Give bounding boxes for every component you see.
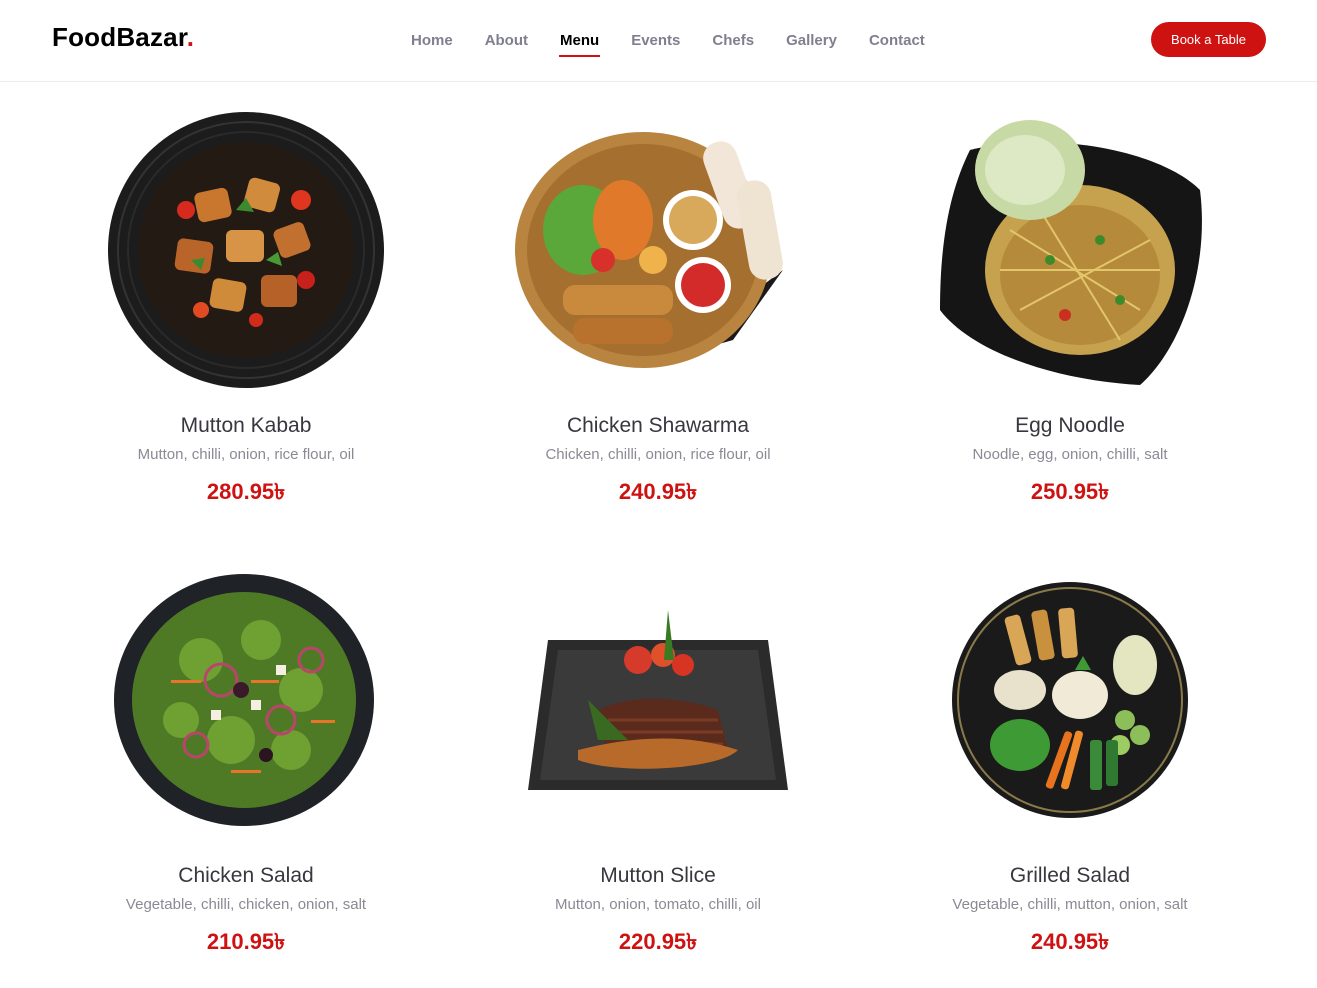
dish-name: Egg Noodle xyxy=(1015,414,1125,437)
dish-name: Chicken Salad xyxy=(178,864,314,887)
dish-price: 240.95৳ xyxy=(1030,929,1110,954)
dish-image xyxy=(920,100,1220,400)
dish-name: Mutton Kabab xyxy=(180,414,312,437)
nav-chefs[interactable]: Chefs xyxy=(696,0,770,81)
dish-price: 220.95৳ xyxy=(618,929,698,954)
dish-price: 210.95৳ xyxy=(206,929,286,954)
menu-grid: Mutton Kabab Mutton, chilli, onion, rice… xyxy=(40,100,1277,970)
nav-contact[interactable]: Contact xyxy=(853,0,941,81)
menu-item[interactable]: Chicken Shawarma Chicken, chilli, onion,… xyxy=(452,100,864,520)
nav-about[interactable]: About xyxy=(469,0,544,81)
brand-logo[interactable]: FoodBazar. xyxy=(52,22,194,53)
dish-image xyxy=(920,550,1220,850)
nav-events[interactable]: Events xyxy=(615,0,696,81)
main-nav: Home About Menu Events Chefs Gallery Con… xyxy=(395,0,941,81)
dish-ingredients: Noodle, egg, onion, chilli, salt xyxy=(972,446,1168,463)
dish-image xyxy=(96,100,396,400)
dish-image xyxy=(508,550,808,850)
dish-price: 280.95৳ xyxy=(206,479,286,504)
menu-item[interactable]: Mutton Kabab Mutton, chilli, onion, rice… xyxy=(40,100,452,520)
dish-ingredients: Chicken, chilli, onion, rice flour, oil xyxy=(545,446,771,463)
menu-item[interactable]: Grilled Salad Vegetable, chilli, mutton,… xyxy=(864,550,1276,970)
brand-dot: . xyxy=(186,22,195,52)
menu-item[interactable]: Mutton Slice Mutton, onion, tomato, chil… xyxy=(452,550,864,970)
dish-image xyxy=(508,100,808,400)
dish-name: Chicken Shawarma xyxy=(566,414,750,437)
dish-ingredients: Vegetable, chilli, chicken, onion, salt xyxy=(125,896,367,913)
menu-item[interactable]: Chicken Salad Vegetable, chilli, chicken… xyxy=(40,550,452,970)
dish-price: 250.95৳ xyxy=(1030,479,1110,504)
menu-item[interactable]: Egg Noodle Noodle, egg, onion, chilli, s… xyxy=(864,100,1276,520)
nav-gallery[interactable]: Gallery xyxy=(770,0,853,81)
dish-image xyxy=(96,550,396,850)
nav-menu[interactable]: Menu xyxy=(544,0,615,81)
dish-name: Grilled Salad xyxy=(1009,864,1131,887)
dish-price: 240.95৳ xyxy=(618,479,698,504)
nav-home[interactable]: Home xyxy=(395,0,469,81)
dish-ingredients: Mutton, chilli, onion, rice flour, oil xyxy=(137,446,355,463)
dish-ingredients: Mutton, onion, tomato, chilli, oil xyxy=(555,896,761,913)
site-header: FoodBazar. Home About Menu Events Chefs … xyxy=(0,0,1317,82)
dish-ingredients: Vegetable, chilli, mutton, onion, salt xyxy=(952,896,1188,913)
dish-name: Mutton Slice xyxy=(600,864,716,887)
brand-name: FoodBazar xyxy=(52,22,187,52)
book-table-button[interactable]: Book a Table xyxy=(1151,22,1266,57)
